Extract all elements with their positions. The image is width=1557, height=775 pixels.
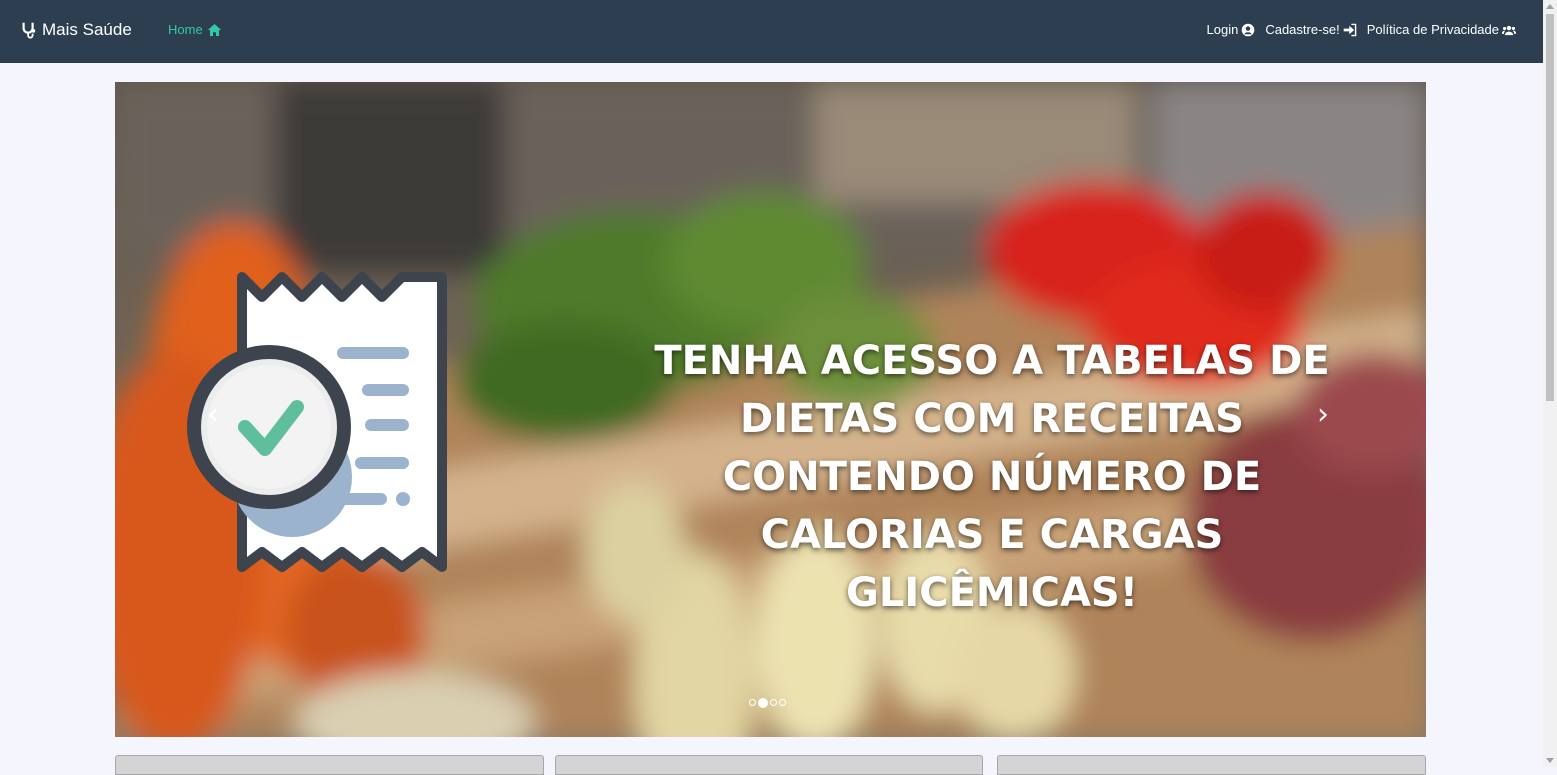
brand-link[interactable]: Mais Saúde bbox=[20, 20, 132, 40]
carousel-caption: TENHA ACESSO A TABELAS DE DIETAS COM REC… bbox=[654, 338, 1330, 616]
home-icon bbox=[207, 23, 221, 36]
brand-name: Mais Saúde bbox=[42, 20, 132, 39]
feature-card bbox=[115, 755, 544, 775]
nav-login-link[interactable]: Login bbox=[1207, 22, 1256, 37]
nav-privacy-link[interactable]: Política de Privacidade bbox=[1367, 22, 1516, 37]
scroll-down-arrow[interactable] bbox=[1546, 758, 1554, 763]
nav-privacy-label: Política de Privacidade bbox=[1366, 22, 1499, 37]
nav-signup-label: Cadastre-se! bbox=[1265, 22, 1340, 37]
carousel-indicator[interactable] bbox=[779, 699, 786, 706]
nav-signup-link[interactable]: Cadastre-se! bbox=[1265, 22, 1357, 37]
scroll-up-arrow[interactable] bbox=[1546, 4, 1554, 9]
feature-card bbox=[997, 755, 1426, 775]
nav-home-label: Home bbox=[168, 22, 203, 37]
feature-card bbox=[555, 755, 983, 775]
carousel-indicator-active[interactable] bbox=[758, 698, 768, 708]
page-scrollbar[interactable] bbox=[1543, 0, 1557, 767]
sign-in-icon bbox=[1343, 23, 1357, 36]
hero-carousel: TENHA ACESSO A TABELAS DE DIETAS COM REC… bbox=[115, 82, 1426, 737]
carousel-next-button[interactable]: › bbox=[1317, 400, 1337, 430]
user-circle-icon bbox=[1242, 23, 1255, 36]
navbar: Mais Saúde Home Login Cadastre-se! Polít… bbox=[0, 0, 1543, 63]
nav-right-links: Login Cadastre-se! Política de Privacida… bbox=[1207, 22, 1516, 37]
nav-login-label: Login bbox=[1206, 22, 1239, 37]
nav-home-link[interactable]: Home bbox=[168, 22, 222, 37]
carousel-indicator[interactable] bbox=[770, 699, 777, 706]
carousel-indicators bbox=[749, 698, 786, 708]
scroll-thumb[interactable] bbox=[1546, 14, 1554, 401]
carousel-indicator[interactable] bbox=[749, 699, 756, 706]
carousel-prev-button[interactable]: ‹ bbox=[207, 400, 227, 430]
stethoscope-icon bbox=[22, 22, 36, 39]
users-icon bbox=[1502, 25, 1516, 35]
